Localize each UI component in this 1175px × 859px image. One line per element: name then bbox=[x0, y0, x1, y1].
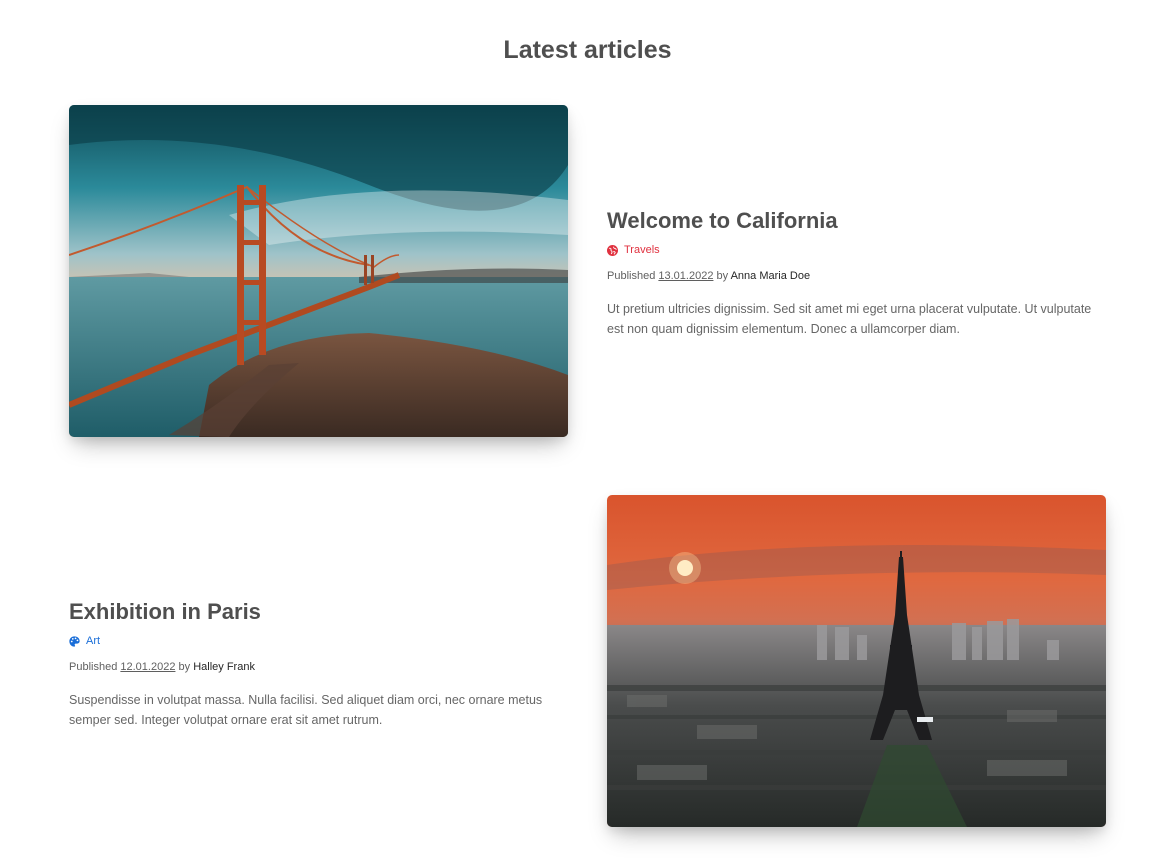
author-name[interactable]: Halley Frank bbox=[193, 661, 255, 673]
published-date[interactable]: 12.01.2022 bbox=[120, 661, 175, 673]
by-label: by bbox=[178, 661, 191, 673]
published-prefix: Published bbox=[607, 270, 656, 282]
globe-icon bbox=[607, 244, 618, 256]
article-california: Welcome to California Travels Published … bbox=[607, 206, 1107, 339]
article-excerpt: Suspendisse in volutpat massa. Nulla fac… bbox=[69, 693, 543, 727]
published-meta: Published 13.01.2022 by Anna Maria Doe bbox=[607, 269, 1107, 283]
article-image-paris[interactable] bbox=[607, 495, 1106, 827]
published-prefix: Published bbox=[69, 661, 118, 673]
category-travels[interactable]: Travels bbox=[607, 243, 1107, 257]
article-title[interactable]: Exhibition in Paris bbox=[69, 597, 569, 627]
article-title[interactable]: Welcome to California bbox=[607, 206, 1107, 236]
eiffel-tower-sunset-photo bbox=[607, 495, 1106, 827]
golden-gate-bridge-photo bbox=[69, 105, 568, 437]
article-image-california[interactable] bbox=[69, 105, 568, 437]
palette-icon bbox=[69, 635, 80, 647]
by-label: by bbox=[716, 270, 729, 282]
published-meta: Published 12.01.2022 by Halley Frank bbox=[69, 660, 569, 674]
category-art[interactable]: Art bbox=[69, 634, 569, 648]
category-label: Travels bbox=[624, 244, 660, 256]
category-label: Art bbox=[86, 635, 101, 647]
published-date[interactable]: 13.01.2022 bbox=[658, 270, 713, 282]
author-name[interactable]: Anna Maria Doe bbox=[731, 270, 811, 282]
section-title: Latest articles bbox=[503, 36, 672, 64]
article-paris: Exhibition in Paris Art Published 12.01.… bbox=[69, 597, 569, 730]
article-excerpt: Ut pretium ultricies dignissim. Sed sit … bbox=[607, 302, 1092, 336]
